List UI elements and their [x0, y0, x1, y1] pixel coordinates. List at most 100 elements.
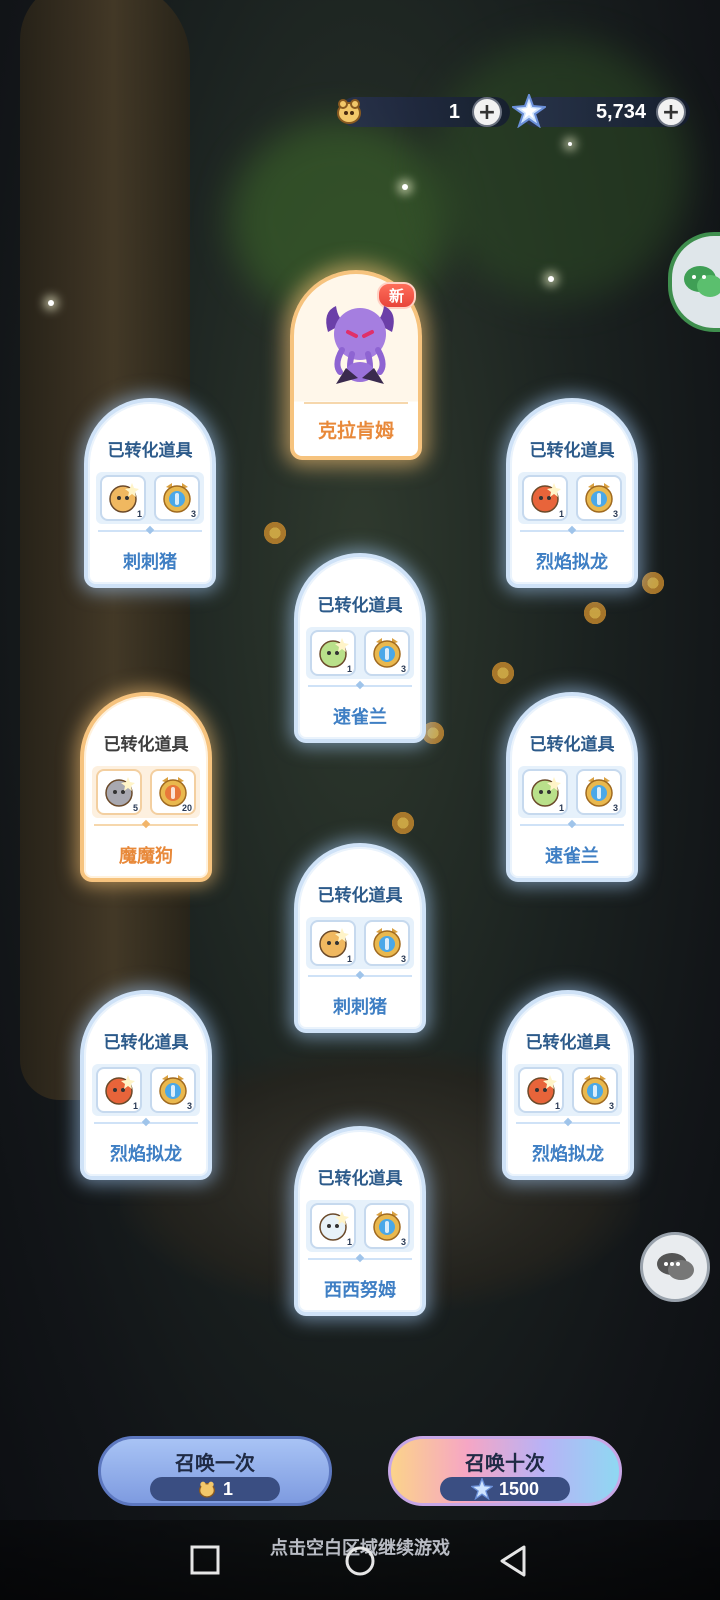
ticket-counter: 1 +: [336, 96, 510, 128]
pet-fragment-icon: [319, 928, 349, 958]
result-card[interactable]: 已转化道具 1 3 速雀兰: [506, 692, 638, 882]
pet-name: 刺刺猪: [123, 552, 177, 573]
item-count: 20: [181, 803, 192, 813]
coin-slot: 3: [576, 769, 622, 815]
pet-name: 烈焰拟龙: [536, 552, 608, 573]
item-count: 5: [132, 803, 138, 813]
converted-items: 13: [306, 917, 414, 969]
summon-once-label: 召唤一次: [175, 1451, 255, 1475]
chat-bubble-icon: [657, 1253, 694, 1280]
coin-slot: 3: [364, 920, 410, 966]
item-count: 3: [190, 509, 196, 519]
converted-items: 13: [306, 627, 414, 679]
star-crystal-icon: [470, 1478, 493, 1500]
result-card[interactable]: 已转化道具 1 3 烈焰拟龙: [80, 990, 212, 1180]
result-card[interactable]: 已转化道具 1 3 刺刺猪: [294, 843, 426, 1033]
item-count: 1: [558, 509, 564, 519]
summon-once-button[interactable]: 召唤一次 1: [98, 1436, 332, 1506]
converted-items: 13: [96, 472, 204, 524]
blue-coin-icon: [373, 638, 401, 668]
result-card[interactable]: 已转化道具 1 3 烈焰拟龙: [502, 990, 634, 1180]
summon-ten-cost-value: 1500: [498, 1478, 540, 1499]
pet-fragment-slot: 1: [522, 475, 568, 521]
blue-coin-icon: [585, 483, 613, 513]
star-count: 5,734: [595, 100, 646, 123]
pet-fragment-slot: 1: [310, 630, 356, 676]
item-count: 1: [132, 1101, 138, 1111]
card-divider: [308, 685, 412, 687]
pet-fragment-slot: 1: [96, 1067, 142, 1113]
pet-name: 速雀兰: [545, 846, 599, 867]
ticket-count: 1: [448, 100, 460, 123]
featured-name: 克拉肯姆: [317, 420, 394, 442]
pet-fragment-slot: 1: [310, 920, 356, 966]
card-header: 已转化道具: [103, 735, 189, 755]
star-crystal-icon: [512, 94, 546, 128]
result-card[interactable]: 已转化道具 1 3 速雀兰: [294, 553, 426, 743]
home-icon[interactable]: [344, 1545, 376, 1581]
item-count: 1: [136, 509, 142, 519]
back-icon[interactable]: [498, 1545, 528, 1581]
card-header: 已转化道具: [525, 1033, 611, 1053]
add-star-button[interactable]: +: [656, 97, 686, 127]
coin-slot: 3: [572, 1067, 618, 1113]
result-card[interactable]: 已转化道具 1 3 刺刺猪: [84, 398, 216, 588]
blue-coin-icon: [163, 483, 191, 513]
card-header: 已转化道具: [103, 1033, 189, 1053]
card-divider: [94, 824, 198, 826]
featured-summon-card[interactable]: 新 克拉肯姆: [290, 270, 422, 460]
coin-slot: 3: [364, 1203, 410, 1249]
pet-fragment-icon: [531, 483, 561, 513]
pet-fragment-slot: 1: [518, 1067, 564, 1113]
wechat-share-button[interactable]: [668, 232, 720, 332]
pet-fragment-slot: 5: [96, 769, 142, 815]
pet-fragment-icon: [319, 638, 349, 668]
item-count: 3: [608, 1101, 614, 1111]
pet-fragment-icon: [105, 1075, 135, 1105]
pet-name: 魔魔狗: [119, 846, 173, 867]
result-card[interactable]: 已转化道具 1 3 烈焰拟龙: [506, 398, 638, 588]
result-card[interactable]: 已转化道具 1 3 西西努姆: [294, 1126, 426, 1316]
card-header: 已转化道具: [317, 886, 403, 906]
pet-name: 速雀兰: [333, 707, 387, 728]
converted-items: 13: [518, 472, 626, 524]
converted-items: 13: [518, 766, 626, 818]
coin-slot: 3: [364, 630, 410, 676]
add-ticket-button[interactable]: +: [472, 97, 502, 127]
summon-ten-label: 召唤十次: [465, 1451, 545, 1475]
star-counter: 5,734 +: [512, 94, 690, 128]
summon-ten-button[interactable]: 召唤十次 1500: [388, 1436, 622, 1506]
coin-slot: 20: [150, 769, 196, 815]
converted-items: 13: [514, 1064, 622, 1116]
card-header: 已转化道具: [529, 735, 615, 755]
pet-fragment-icon: [531, 777, 561, 807]
pet-fragment-icon: [109, 483, 139, 513]
item-count: 1: [346, 664, 352, 674]
recent-apps-icon[interactable]: [190, 1545, 220, 1579]
card-divider: [308, 1258, 412, 1260]
card-divider: [516, 1122, 620, 1124]
item-count: 1: [558, 803, 564, 813]
pet-name: 烈焰拟龙: [532, 1144, 604, 1165]
pet-fragment-icon: [105, 777, 135, 807]
blue-coin-icon: [373, 1211, 401, 1241]
item-count: 1: [346, 1237, 352, 1247]
result-card[interactable]: 已转化道具 5 20 魔魔狗: [80, 692, 212, 882]
card-header: 已转化道具: [317, 1169, 403, 1189]
summon-ticket-icon: [198, 1481, 215, 1498]
blue-coin-icon: [159, 1075, 187, 1105]
card-divider: [98, 530, 202, 532]
coin-slot: 3: [154, 475, 200, 521]
chat-button[interactable]: [640, 1232, 710, 1302]
blue-coin-icon: [581, 1075, 609, 1105]
pet-fragment-slot: 1: [310, 1203, 356, 1249]
wechat-icon: [684, 266, 720, 297]
card-header: 已转化道具: [529, 441, 615, 461]
card-divider: [94, 1122, 198, 1124]
summon-ten-cost: 1500: [440, 1477, 570, 1501]
converted-items: 13: [306, 1200, 414, 1252]
kraken-creature-icon: [326, 306, 394, 384]
coin-slot: 3: [150, 1067, 196, 1113]
converted-items: 13: [92, 1064, 200, 1116]
coin-slot: 3: [576, 475, 622, 521]
